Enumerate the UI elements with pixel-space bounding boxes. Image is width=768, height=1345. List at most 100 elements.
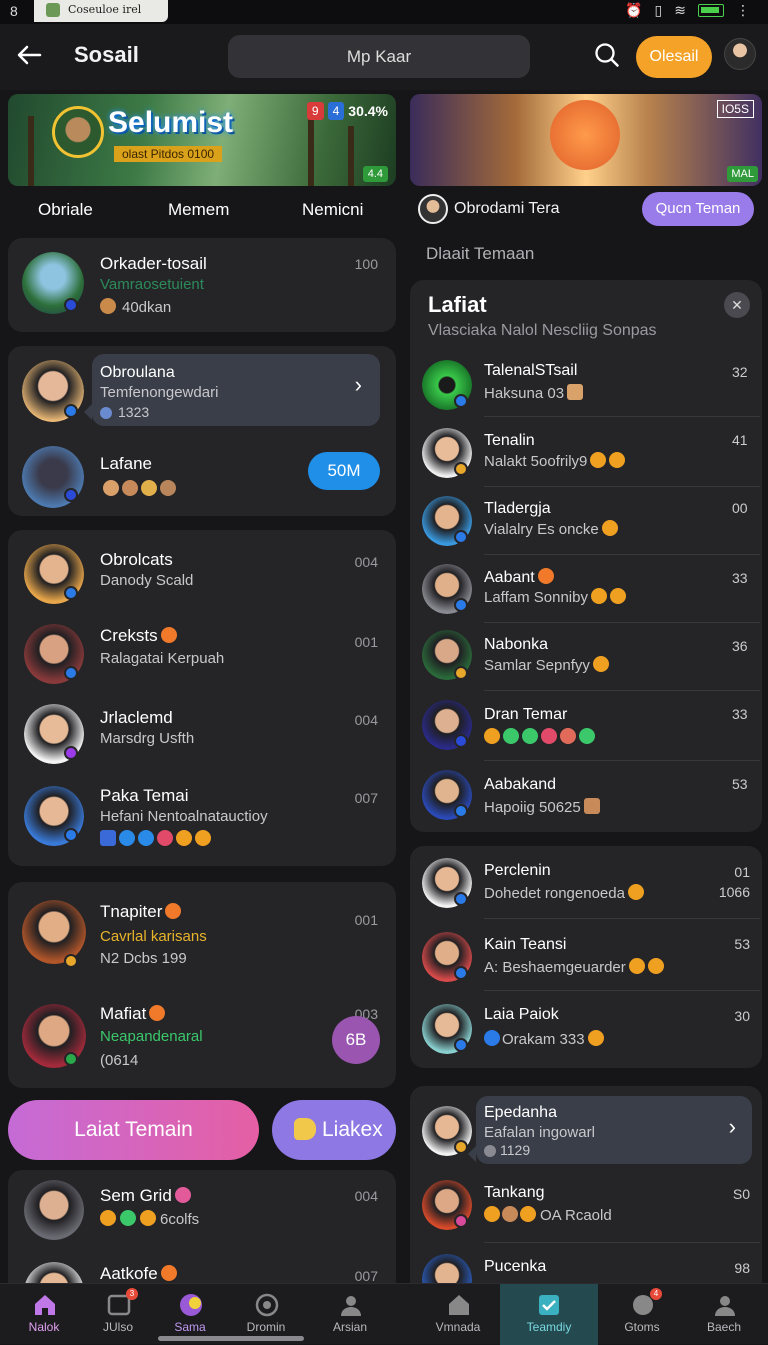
item-name: Obrolcats	[100, 550, 173, 569]
gesture-bar[interactable]	[158, 1336, 304, 1341]
divider	[484, 690, 760, 691]
status-icons: ⏰ ▯ ≋ ⋮	[625, 2, 750, 19]
clock-icon	[100, 407, 112, 419]
app-header: Sosail Mp Kaar Olesail	[0, 24, 768, 90]
status-dot	[454, 530, 468, 544]
banner-tag-blue: 4	[327, 102, 345, 120]
item-meta: 1323	[100, 404, 149, 420]
nav-label: Dromin	[246, 1320, 286, 1334]
item-name: Aabant	[484, 568, 554, 587]
status-dot	[64, 954, 78, 968]
item-count: 53	[732, 776, 748, 792]
item-sub: Marsdrg Usfth	[100, 730, 195, 747]
item-sub: Orakam 333	[484, 1030, 604, 1048]
search-field[interactable]: Mp Kaar	[228, 35, 530, 78]
nav-arsian[interactable]: Arsian	[312, 1284, 388, 1345]
item-name: Kain Teansi	[484, 936, 567, 953]
item-name: TalenalSTsail	[484, 362, 578, 379]
banner-badge: 4.4	[362, 166, 388, 182]
primary-cta-button[interactable]: Laiat Temain	[8, 1100, 259, 1160]
nav-label: JUlso	[102, 1320, 133, 1334]
avatar	[24, 1180, 84, 1240]
tab-obriale[interactable]: Obriale	[38, 200, 93, 220]
item-sub: 6colfs	[100, 1210, 199, 1228]
alarm-icon: ⏰	[625, 2, 643, 18]
unread-badge[interactable]: 6B	[332, 1016, 380, 1064]
divider	[484, 990, 760, 991]
nav-baech[interactable]: Baech	[686, 1284, 762, 1345]
browser-tab[interactable]: Coseuloe irel	[34, 0, 168, 22]
nav-vmnada[interactable]: Vmnada	[420, 1284, 496, 1345]
item-name: Perclenin	[484, 862, 551, 879]
item-count: 001	[354, 912, 378, 928]
banner-badge: MAL	[727, 166, 758, 182]
divider	[484, 554, 760, 555]
item-name: Jrlaclemd	[100, 708, 173, 727]
close-icon[interactable]: ✕	[724, 292, 750, 318]
nav-julso[interactable]: 3 JUlso	[80, 1284, 156, 1345]
featured-list-item[interactable]: Orkader-tosail Vamraosetuient 40dkan 100	[8, 238, 396, 332]
chevron-right-icon[interactable]: ›	[729, 1114, 736, 1140]
status-dot	[64, 666, 78, 680]
banner-avatar	[52, 106, 104, 158]
nav-label: Vmnada	[435, 1320, 481, 1334]
message-bubble[interactable]: Epedanha Eafalan ingowarl 1129 ›	[468, 1096, 752, 1164]
avatar	[422, 1254, 472, 1283]
tab-memem[interactable]: Memem	[168, 200, 229, 220]
item-count: 98	[734, 1260, 750, 1276]
item-count: S0	[732, 1186, 750, 1202]
nav-label: Nalok	[28, 1320, 60, 1334]
item-count: 41	[732, 432, 748, 448]
nav-gtoms[interactable]: 4 Gtoms	[604, 1284, 680, 1345]
item-sub: Laffam Sonniby	[484, 588, 626, 606]
item-name: Aabakand	[484, 776, 557, 793]
user-avatar[interactable]	[724, 38, 756, 70]
notification-badge: 3	[126, 1288, 138, 1300]
item-name: Paka Temai	[100, 786, 189, 805]
section-label: Dlaait Temaan	[426, 244, 535, 263]
chevron-right-icon[interactable]: ›	[355, 372, 362, 398]
status-dot	[454, 1140, 468, 1154]
right-hero-banner[interactable]: IO5S MAL	[410, 94, 762, 186]
item-count: 01	[734, 864, 750, 880]
item-count: 007	[354, 790, 378, 806]
back-arrow-icon[interactable]	[14, 40, 44, 70]
item-sub: Temfenongewdari	[100, 384, 219, 401]
unread-badge[interactable]: 50M	[308, 452, 380, 490]
nav-label: Baech	[706, 1320, 742, 1334]
palm-tree-image	[28, 116, 34, 186]
clock-icon	[255, 1293, 279, 1317]
item-sub: Ralagatai Kerpuah	[100, 650, 225, 667]
banner-tag: IO5S	[716, 100, 754, 118]
item-count: 004	[354, 554, 378, 570]
tab-nemicni[interactable]: Nemicni	[302, 200, 363, 220]
status-dot	[454, 1214, 468, 1228]
left-hero-banner[interactable]: Selumist olast Pitdos 0100 9 4 30.4% 4.4	[8, 94, 396, 186]
secondary-cta-button[interactable]: Liakex	[272, 1100, 396, 1160]
item-name: Epedanha	[484, 1104, 557, 1121]
palm-tree-image	[348, 126, 354, 186]
tab-title: Coseuloe irel	[68, 3, 142, 16]
item-sub: Samlar Sepnfyy	[484, 656, 609, 674]
item-name: Mafiat	[100, 1004, 166, 1024]
person-icon	[715, 1296, 735, 1316]
nav-label: Arsian	[332, 1320, 367, 1334]
divider	[484, 760, 760, 761]
emoji-row	[100, 480, 176, 499]
search-icon[interactable]	[592, 40, 622, 70]
status-dot	[64, 1052, 78, 1066]
message-bubble[interactable]: Obroulana Temfenongewdari 1323 ›	[84, 354, 380, 426]
nav-nalok[interactable]: Nalok	[6, 1284, 82, 1345]
item-name: Tenalin	[484, 432, 535, 449]
item-sub: OA Rcaold	[484, 1206, 612, 1224]
status-dot	[454, 804, 468, 818]
header-action-button[interactable]: Olesail	[636, 36, 712, 78]
item-sub: Vamraosetuient	[100, 276, 204, 293]
status-dot	[64, 298, 78, 312]
nav-teamdiy[interactable]: Teamdiy	[500, 1284, 598, 1345]
item-sub: Eafalan ingowarl	[484, 1124, 595, 1141]
banner-action-button[interactable]: Qucn Teman	[642, 192, 754, 226]
more-vert-icon[interactable]: ⋮	[736, 2, 750, 19]
avatar	[418, 194, 448, 224]
item-name: Aatkofe	[100, 1264, 177, 1283]
